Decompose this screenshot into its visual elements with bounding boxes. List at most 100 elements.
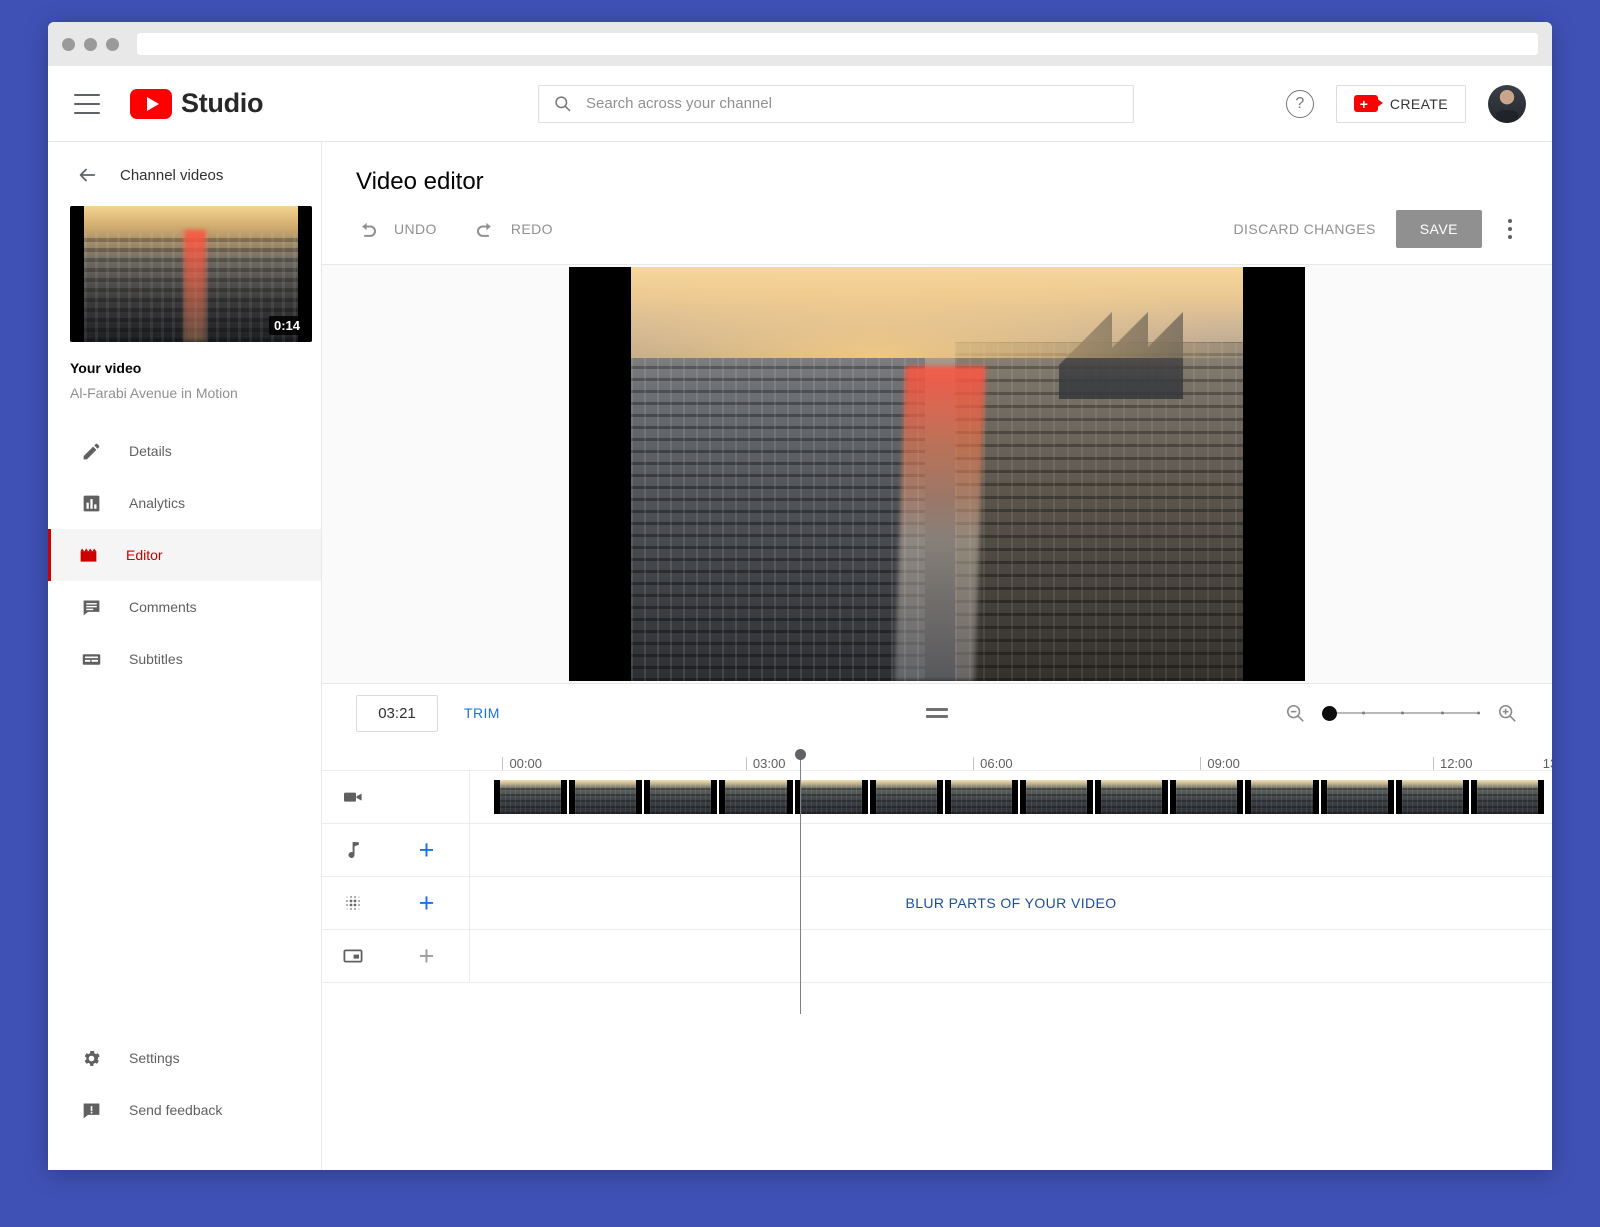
undo-label: UNDO <box>394 221 437 237</box>
search-box[interactable] <box>538 84 1134 123</box>
sidebar-item-label: Settings <box>129 1050 180 1066</box>
timeline-stage: 00:00 03:00 06:00 09:00 12:00 13:15 <box>322 742 1552 1170</box>
end-screen-track-icon <box>322 944 384 968</box>
search-input[interactable] <box>586 95 1119 112</box>
kebab-menu-icon[interactable] <box>1502 213 1518 245</box>
audio-track-icon <box>322 838 384 862</box>
timeline-tracks: + + BLUR PARTS OF YOUR VIDEO + <box>322 770 1552 983</box>
ruler-label: 13:15 <box>1542 756 1552 771</box>
video-plus-icon <box>1353 95 1383 112</box>
ruler-label: 06:00 <box>980 756 1013 771</box>
create-button[interactable]: CREATE <box>1335 84 1466 123</box>
back-to-channel-videos[interactable]: Channel videos <box>48 142 321 202</box>
sidebar-item-comments[interactable]: Comments <box>48 581 321 633</box>
browser-window: Studio ? CREATE Channel vide <box>48 22 1552 1170</box>
playhead-knob[interactable] <box>795 749 806 760</box>
save-button[interactable]: SAVE <box>1395 210 1482 248</box>
trim-button[interactable]: TRIM <box>464 705 500 721</box>
undo-icon <box>362 222 376 237</box>
zoom-slider[interactable] <box>1322 705 1480 721</box>
track-audio: + <box>322 824 1552 877</box>
video-track-body[interactable] <box>470 771 1552 823</box>
track-header: + <box>322 824 470 876</box>
timeline-ruler[interactable]: 00:00 03:00 06:00 09:00 12:00 13:15 <box>322 742 1552 770</box>
app-body: Channel videos 0:14 Your video Al-Farabi… <box>48 142 1552 1170</box>
end-screen-track-body[interactable] <box>470 930 1552 982</box>
create-button-label: CREATE <box>1389 95 1448 112</box>
arrow-left-icon <box>79 168 96 182</box>
filmstrip[interactable] <box>494 780 1544 814</box>
ruler-label: 09:00 <box>1207 756 1240 771</box>
discard-changes-button[interactable]: DISCARD CHANGES <box>1234 221 1376 237</box>
undo-button[interactable]: UNDO <box>356 217 437 241</box>
toolbar-actions: DISCARD CHANGES SAVE <box>1234 210 1518 248</box>
sidebar-item-send-feedback[interactable]: Send feedback <box>48 1084 321 1136</box>
playhead[interactable] <box>795 749 806 1014</box>
hamburger-menu-icon[interactable] <box>74 93 100 114</box>
track-header: + <box>322 877 470 929</box>
comment-icon <box>79 595 103 619</box>
ruler-label: 03:00 <box>752 756 786 771</box>
feedback-icon <box>79 1098 103 1122</box>
zoom-out-icon[interactable] <box>1284 702 1306 724</box>
track-end-screen: + <box>322 930 1552 983</box>
video-player[interactable] <box>569 267 1305 681</box>
blur-track-body[interactable]: BLUR PARTS OF YOUR VIDEO <box>470 877 1552 929</box>
redo-icon <box>476 222 491 237</box>
track-header: + <box>322 930 470 982</box>
add-audio-button[interactable]: + <box>384 836 469 864</box>
maximize-button[interactable] <box>106 37 119 51</box>
add-blur-button[interactable]: + <box>384 889 469 917</box>
sidebar-item-label: Editor <box>126 547 163 563</box>
window-titlebar <box>48 22 1552 66</box>
sidebar-item-label: Subtitles <box>129 651 183 667</box>
clapperboard-icon <box>76 543 100 567</box>
main-content: Video editor UNDO REDO DISCARD CHANGES S… <box>322 142 1552 1170</box>
window-controls[interactable] <box>62 37 119 51</box>
avatar[interactable] <box>1488 84 1526 123</box>
timeline-panel: 03:21 TRIM 00:00 03:00 06:00 09:00 12:00… <box>322 683 1552 1170</box>
page-title: Video editor <box>356 168 484 195</box>
minimize-button[interactable] <box>84 37 97 51</box>
zoom-in-icon[interactable] <box>1496 702 1518 724</box>
track-blur: + BLUR PARTS OF YOUR VIDEO <box>322 877 1552 930</box>
sidebar-item-label: Comments <box>129 599 197 615</box>
studio-logo[interactable]: Studio <box>130 88 263 119</box>
audio-track-body[interactable] <box>470 824 1552 876</box>
video-title: Al-Farabi Avenue in Motion <box>70 385 238 401</box>
sidebar-bottom-nav: Settings Send feedback <box>48 1032 321 1170</box>
zoom-slider-knob[interactable] <box>1322 705 1337 721</box>
video-duration-badge: 0:14 <box>268 316 305 335</box>
masthead-actions: ? CREATE <box>1285 84 1526 123</box>
close-button[interactable] <box>62 37 75 51</box>
video-thumbnail[interactable]: 0:14 <box>70 206 312 342</box>
video-frame <box>631 267 1243 681</box>
blur-track-icon <box>322 891 384 915</box>
sidebar-item-analytics[interactable]: Analytics <box>48 477 321 529</box>
editor-toolbar: UNDO REDO DISCARD CHANGES SAVE <box>322 196 1552 265</box>
address-bar[interactable] <box>137 33 1538 55</box>
track-video <box>322 771 1552 824</box>
drag-handle-icon[interactable] <box>926 708 948 718</box>
sidebar-nav: Details Analytics Editor Comments Subtit… <box>48 425 321 685</box>
help-icon[interactable]: ? <box>1285 89 1314 118</box>
video-meta: Your video Al-Farabi Avenue in Motion <box>48 342 321 407</box>
track-header <box>322 771 470 823</box>
zoom-controls <box>1284 702 1518 724</box>
gear-icon <box>79 1046 103 1070</box>
pencil-icon <box>79 439 103 463</box>
video-preview-area <box>322 265 1552 683</box>
subtitles-icon <box>79 647 103 671</box>
add-end-screen-button[interactable]: + <box>384 942 469 970</box>
analytics-icon <box>79 491 103 515</box>
redo-button[interactable]: REDO <box>473 217 553 241</box>
redo-label: REDO <box>510 221 553 237</box>
ruler-track: 00:00 03:00 06:00 09:00 12:00 13:15 <box>470 742 1552 770</box>
blur-parts-cta[interactable]: BLUR PARTS OF YOUR VIDEO <box>470 877 1552 929</box>
current-time-field[interactable]: 03:21 <box>356 694 438 732</box>
video-heading: Your video <box>70 360 142 376</box>
sidebar-item-editor[interactable]: Editor <box>48 529 321 581</box>
sidebar-item-subtitles[interactable]: Subtitles <box>48 633 321 685</box>
sidebar-item-settings[interactable]: Settings <box>48 1032 321 1084</box>
sidebar-item-details[interactable]: Details <box>48 425 321 477</box>
